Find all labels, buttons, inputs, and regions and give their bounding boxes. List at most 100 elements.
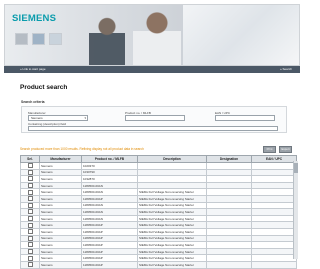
designation-cell [206,247,252,256]
description-cell: SIEMs Full Voltage Non-reversing Starter [137,241,207,249]
designation-cell [206,234,252,243]
table-row[interactable]: Siemens 1180500-00AN SIEMs Full Voltage No… [20,214,297,223]
checkbox-icon[interactable] [27,189,33,195]
nav-link-start[interactable]: » Link to start page [20,66,46,73]
table-row[interactable]: Siemens 1020370 [20,162,297,170]
table-row[interactable]: Siemens 1180500-00AP SIEMs Full Voltage No… [20,241,297,249]
results-table: Sel. Manufacturer Product no. / MLFB Des… [20,155,297,269]
designation-cell [206,241,252,249]
table-row[interactable]: Siemens 1180500-00AP SIEMs Full Voltage No… [20,194,297,203]
ean-cell [251,194,297,203]
product-no-input[interactable] [125,115,185,121]
row-select-cell [20,234,40,243]
designation-cell [206,168,252,177]
ean-cell [251,260,297,269]
description-input[interactable] [28,126,278,131]
table-row[interactable]: Siemens 1030790 [20,168,297,177]
row-select-cell [20,194,40,203]
table-row[interactable]: Siemens 1180500-00AP SIEMs Full Voltage No… [20,254,297,262]
table-row[interactable]: Siemens 1180500-00AP SIEMs Full Voltage No… [20,227,297,236]
col-header-designation[interactable]: Designation [206,155,252,163]
chevron-down-icon: ▾ [84,116,86,120]
col-header-manufacturer[interactable]: Manufacturer [39,155,82,163]
checkbox-icon[interactable] [27,242,33,248]
designation-cell [206,254,252,262]
description-cell [137,162,207,170]
designation-cell [206,175,252,183]
checkbox-icon[interactable] [27,255,33,261]
designation-cell [206,181,252,190]
table-scrollbar[interactable] [293,161,298,259]
designation-cell [206,162,252,170]
table-row[interactable]: Siemens 1032870 [20,175,297,183]
header-photo-person [133,9,181,65]
col-header-description[interactable]: Description [137,155,207,163]
checkbox-icon[interactable] [27,222,33,228]
checkbox-icon[interactable] [27,176,33,182]
table-header-row: Sel. Manufacturer Product no. / MLFB Des… [20,155,297,163]
ean-cell [251,247,297,256]
nav-link-search[interactable]: » Search [280,66,292,73]
table-row[interactable]: Siemens 1180500-00AN SIEMs Full Voltage No… [20,201,297,210]
designation-cell [206,188,252,196]
table-body: Siemens 1020370 Siemens 1030790 Siemens 10328… [20,162,297,269]
checkbox-icon[interactable] [27,183,33,188]
row-select-cell [20,168,40,177]
ean-cell [251,181,297,190]
row-select-cell [20,175,40,183]
manufacturer-cell: Siemens [39,254,82,262]
col-header-sel[interactable]: Sel. [20,155,40,163]
manufacturer-cell: Siemens [39,194,82,203]
table-row[interactable]: Siemens 1180500-00AN [20,181,297,190]
designation-cell [206,194,252,203]
manufacturer-cell: Siemens [39,227,82,236]
product-no-cell: 1180500-00AP [81,260,138,269]
checkbox-icon[interactable] [27,163,33,169]
checkbox-icon[interactable] [27,209,33,215]
row-select-cell [20,227,40,236]
table-row[interactable]: Siemens 1180500-00AP SIEMs Full Voltage No… [20,234,297,243]
checkbox-icon[interactable] [27,249,33,254]
product-no-cell: 1180500-00AP [81,194,138,203]
checkbox-icon[interactable] [27,235,33,241]
manufacturer-cell: Siemens [39,241,82,249]
table-row[interactable]: Siemens 1180500-00AP SIEMs Full Voltage No… [20,260,297,269]
manufacturer-select[interactable]: Siemens ▾ [28,115,88,121]
col-header-product-no[interactable]: Product no. / MLFB [81,155,138,163]
table-row[interactable]: Siemens 1180500-00AP SIEMs Full Voltage No… [20,247,297,256]
manufacturer-cell: Siemens [39,214,82,223]
checkbox-icon[interactable] [27,262,33,268]
ean-cell [251,227,297,236]
nav-bar: » Link to start page » Search [4,66,300,73]
ean-cell [251,234,297,243]
search-criteria-label: Search criteria [21,100,45,104]
table-row[interactable]: Siemens 1180500-00AN SIEMs Full Voltage No… [20,208,297,216]
product-no-cell: 1020370 [81,162,138,170]
scrollbar-thumb[interactable] [294,163,298,173]
row-select-cell [20,208,40,216]
checkbox-icon[interactable] [27,203,33,208]
checkbox-icon[interactable] [27,170,33,175]
export-button[interactable]: Export [279,146,292,153]
col-header-ean[interactable]: EAN / UPC [251,155,297,163]
checkbox-icon[interactable] [27,196,33,202]
description-cell: SIEMs Full Voltage Non-reversing Starter [137,214,207,223]
description-cell [137,175,207,183]
ean-input[interactable] [215,115,275,121]
row-select-cell [20,221,40,229]
table-row[interactable]: Siemens 1180500-00AN SIEMs Full Voltage No… [20,188,297,196]
description-cell: SIEMs Full Voltage Non-reversing Starter [137,254,207,262]
description-cell: SIEMs Full Voltage Non-reversing Starter [137,201,207,210]
print-button[interactable]: Print [263,146,276,153]
product-no-cell: 1032870 [81,175,138,183]
product-no-cell: 1180500-00AN [81,201,138,210]
checkbox-icon[interactable] [27,216,33,221]
product-no-cell: 1180500-00AN [81,188,138,196]
row-select-cell [20,241,40,249]
row-select-cell [20,201,40,210]
ean-cell [251,168,297,177]
manufacturer-cell: Siemens [39,188,82,196]
table-row[interactable]: Siemens 1180500-00AP SIEMs Full Voltage No… [20,221,297,229]
checkbox-icon[interactable] [27,229,33,235]
header-tiles [15,33,62,45]
